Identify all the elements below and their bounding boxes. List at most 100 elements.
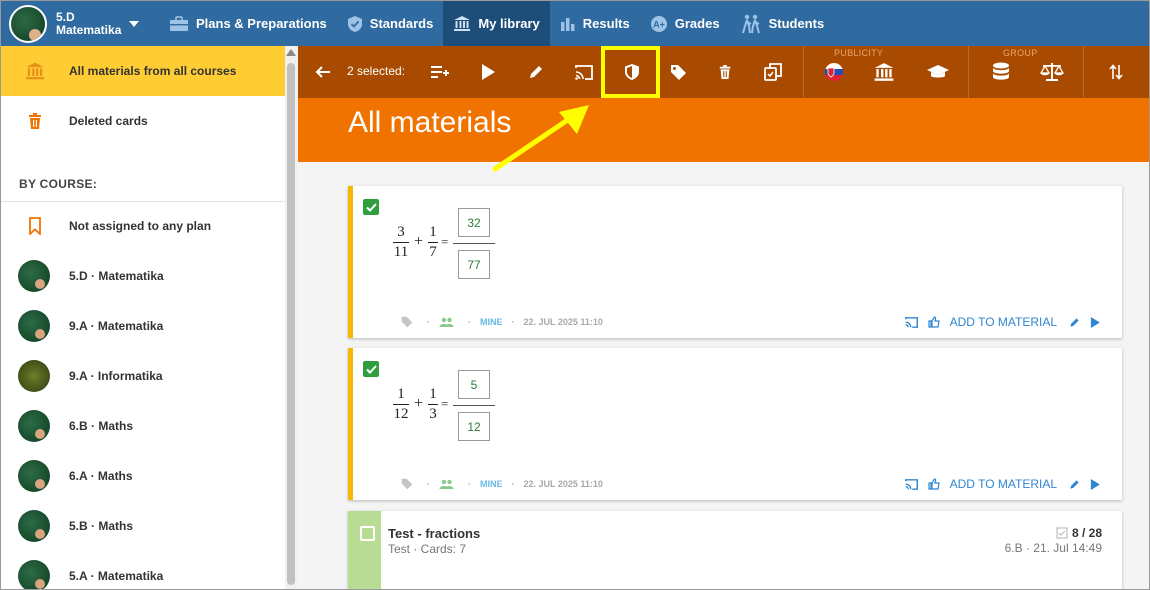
course-avatar [18, 460, 50, 492]
sort-icon[interactable] [1104, 60, 1128, 84]
sidebar-item-course[interactable]: 9.A · Matematika [1, 301, 285, 351]
answer-denominator-field[interactable]: 12 [458, 412, 490, 441]
nav-my-library[interactable]: My library [443, 1, 550, 46]
selected-count: 2 selected: [347, 64, 406, 78]
institution-icon[interactable] [872, 60, 896, 84]
scroll-up-arrow-icon[interactable] [286, 49, 296, 56]
graduation-cap-icon[interactable] [926, 60, 950, 84]
copy-icon[interactable] [761, 60, 785, 84]
shield-check-icon [347, 15, 362, 32]
fraction-bar [453, 243, 495, 244]
database-icon[interactable] [989, 60, 1013, 84]
test-accent-strip [348, 511, 381, 589]
selection-toolbar: 2 selected: PUBLICITY GROUP [298, 46, 1149, 98]
cast-icon[interactable] [904, 316, 918, 328]
numerator: 1 [429, 224, 437, 240]
checkbox-checked[interactable] [363, 199, 379, 215]
top-navigation: 5.D Matematika Plans & Preparations Stan… [1, 1, 1149, 46]
divider [1083, 46, 1084, 98]
nav-standards[interactable]: Standards [337, 1, 444, 46]
trash-icon[interactable] [713, 60, 737, 84]
sidebar-item-course[interactable]: 5.D · Matematika [1, 251, 285, 301]
by-course-heading: BY COURSE: [19, 177, 98, 191]
sidebar-item-course[interactable]: 6.A · Maths [1, 451, 285, 501]
cast-icon[interactable] [572, 60, 596, 84]
pencil-icon[interactable] [524, 60, 548, 84]
sidebar-item-label: 5.D · Matematika [69, 269, 164, 283]
bar-chart-icon [560, 17, 575, 31]
play-icon[interactable] [1090, 478, 1100, 490]
nav-grades[interactable]: A+ Grades [640, 1, 730, 46]
nav-students[interactable]: Students [730, 1, 835, 46]
group-label: GROUP [1003, 48, 1038, 58]
group-icon [439, 479, 454, 489]
sidebar-item-label: 9.A · Informatika [69, 369, 163, 383]
test-card[interactable]: Test - fractions Test · Cards: 7 8 / 28 … [348, 511, 1122, 589]
library-icon [454, 16, 471, 31]
balance-scale-icon[interactable] [1040, 60, 1064, 84]
sidebar-item-course[interactable]: 5.B · Maths [1, 501, 285, 551]
sidebar-item-label: 6.A · Maths [69, 469, 133, 483]
answer-numerator-field[interactable]: 5 [458, 370, 490, 399]
course-subject: Matematika [56, 22, 122, 37]
submission-count: 8 / 28 [1071, 526, 1102, 540]
add-to-playlist-icon[interactable] [428, 60, 452, 84]
add-to-material-button[interactable]: ADD TO MATERIAL [950, 315, 1057, 329]
bookmark-icon [23, 214, 47, 238]
owner-label: MINE [480, 317, 503, 327]
course-avatar [18, 510, 50, 542]
thumbs-up-icon[interactable] [928, 316, 940, 328]
course-avatar [18, 410, 50, 442]
sidebar-item-deleted[interactable]: Deleted cards [1, 96, 285, 146]
back-arrow-icon[interactable] [311, 60, 335, 84]
nav-students-label: Students [768, 16, 825, 31]
cast-icon[interactable] [904, 478, 918, 490]
group-icon [439, 317, 454, 327]
slovak-flag-icon[interactable] [822, 60, 846, 84]
test-title: Test - fractions [388, 526, 481, 541]
fraction-bar [453, 405, 495, 406]
highlight-box [601, 46, 660, 98]
nav-plans[interactable]: Plans & Preparations [159, 1, 337, 46]
answer-denominator-field[interactable]: 77 [458, 250, 490, 279]
material-card[interactable]: 3 11 + 1 7 = 32 77 · · MINE · 22. JUL 20… [348, 186, 1122, 338]
add-to-material-button[interactable]: ADD TO MATERIAL [950, 477, 1057, 491]
sidebar-item-course[interactable]: 5.A · Matematika [1, 551, 285, 589]
denominator: 12 [393, 406, 409, 422]
denominator: 3 [429, 406, 437, 422]
chevron-down-icon [129, 20, 140, 27]
answer-numerator-field[interactable]: 32 [458, 208, 490, 237]
numerator: 1 [397, 386, 405, 402]
sidebar-item-not-assigned[interactable]: Not assigned to any plan [1, 201, 285, 251]
thumbs-up-icon[interactable] [928, 478, 940, 490]
card-meta: · · MINE · 22. JUL 2025 11:10 [401, 316, 612, 328]
sidebar-item-course[interactable]: 9.A · Informatika [1, 351, 285, 401]
sidebar-item-all-materials[interactable]: All materials from all courses [1, 46, 285, 96]
operator: + [414, 395, 424, 412]
play-icon[interactable] [1090, 316, 1100, 328]
course-switcher[interactable]: 5.D Matematika [1, 1, 159, 46]
denominator: 11 [393, 244, 409, 260]
briefcase-icon [170, 15, 188, 31]
pencil-icon[interactable] [1069, 479, 1080, 490]
test-subtitle: Test · Cards: 7 [388, 542, 467, 556]
play-icon[interactable] [476, 60, 500, 84]
checkbox-unchecked[interactable] [360, 526, 375, 541]
library-icon [23, 59, 47, 83]
nav-results[interactable]: Results [550, 1, 640, 46]
students-icon [741, 14, 760, 33]
checkbox-checked[interactable] [363, 361, 379, 377]
divider [803, 46, 804, 98]
pencil-icon[interactable] [1069, 317, 1080, 328]
sidebar-item-label: 9.A · Matematika [69, 319, 164, 333]
card-date: 22. JUL 2025 11:10 [523, 479, 603, 489]
divider [968, 46, 969, 98]
tag-icon[interactable] [666, 60, 690, 84]
equals-sign: = [441, 234, 449, 249]
page-header: All materials [298, 98, 1149, 162]
sidebar-item-course[interactable]: 6.B · Maths [1, 401, 285, 451]
sidebar-scroll-thumb[interactable] [287, 63, 295, 585]
card-actions: ADD TO MATERIAL [895, 477, 1100, 491]
material-card[interactable]: 1 12 + 1 3 = 5 12 · · MINE · 22. JUL 202… [348, 348, 1122, 500]
svg-text:A+: A+ [653, 19, 665, 29]
